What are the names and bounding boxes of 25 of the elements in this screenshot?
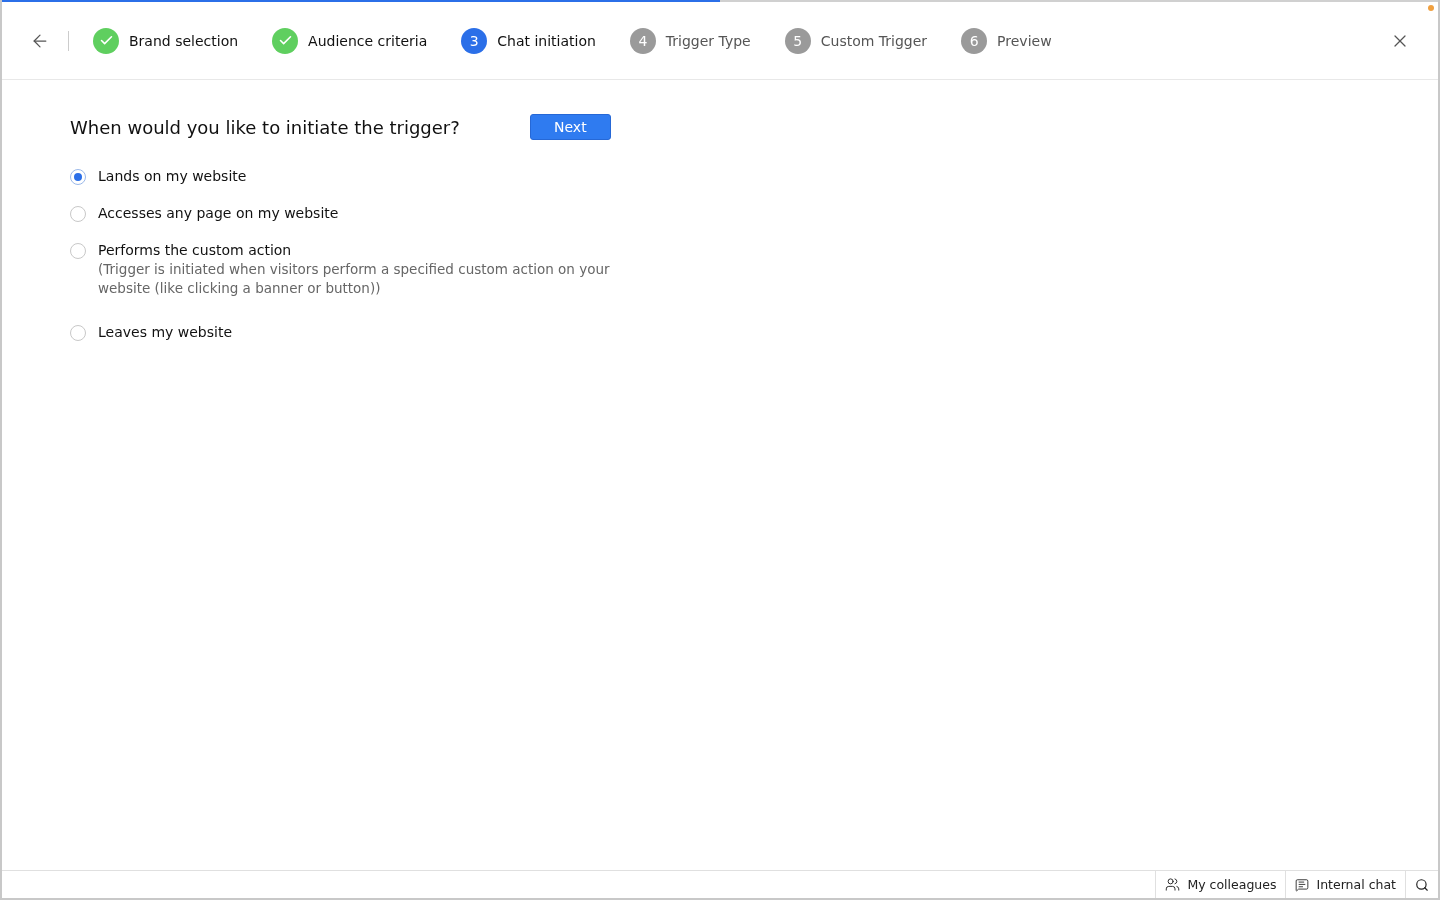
next-button[interactable]: Next: [529, 114, 611, 140]
footer-button[interactable]: My colleagues: [1155, 871, 1286, 898]
step-tab[interactable]: 5 Custom Trigger: [784, 27, 928, 54]
option-label[interactable]: Leaves my website: [98, 324, 232, 340]
step-badge: 6: [961, 27, 988, 54]
step-tab[interactable]: 3 Chat initiation: [461, 27, 596, 54]
question-heading: When would you like to initiate the trigger?: [70, 116, 460, 138]
chat-icon: [1295, 877, 1310, 892]
step-tab[interactable]: 4 Trigger Type: [629, 27, 751, 54]
search-icon: [1415, 877, 1429, 892]
people-icon: [1165, 877, 1181, 892]
footer-label: Internal chat: [1316, 877, 1396, 892]
option-label[interactable]: Accesses any page on my website: [98, 205, 339, 221]
step-tab[interactable]: Audience criteria: [272, 27, 428, 54]
step-badge: 4: [629, 27, 656, 54]
option-label[interactable]: Lands on my website: [98, 168, 247, 184]
footer-button[interactable]: Internal chat: [1285, 871, 1405, 898]
notification-dot: [1428, 5, 1434, 11]
step-badge: 5: [784, 27, 811, 54]
step-tab[interactable]: Brand selection: [93, 27, 239, 54]
option-description: (Trigger is initiated when visitors perform a specified custom action on your website (like clicking a banner or button)): [98, 260, 611, 298]
step-tab[interactable]: 6 Preview: [961, 27, 1052, 54]
step-badge: 3: [461, 27, 488, 54]
option-label[interactable]: Performs the custom action: [98, 242, 638, 258]
footer-label: My colleagues: [1187, 877, 1277, 892]
